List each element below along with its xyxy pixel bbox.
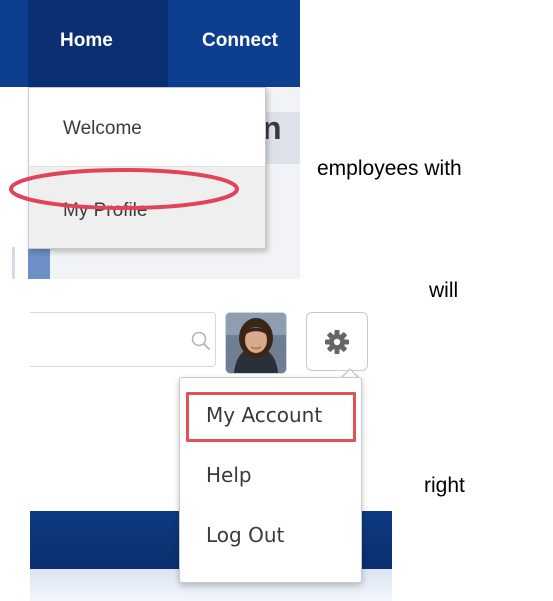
caption-text: right — [424, 474, 465, 497]
menu-item-welcome[interactable]: Welcome — [29, 88, 265, 166]
menu-item-log-out[interactable]: Log Out — [180, 506, 361, 564]
menu-item-my-account[interactable]: My Account — [180, 386, 361, 444]
menu-item-label: My Profile — [63, 200, 148, 221]
settings-button[interactable] — [306, 312, 368, 371]
search-input[interactable] — [30, 313, 180, 366]
top-navbar: Home Connect — [0, 0, 300, 87]
caption-text: will — [429, 279, 459, 302]
nav-item-home[interactable]: Home — [60, 30, 113, 52]
menu-item-label: My Account — [206, 403, 323, 427]
caption-text: employees with — [317, 157, 462, 180]
home-dropdown-menu: Welcome My Profile — [28, 87, 266, 249]
account-dropdown-menu: My Account Help Log Out — [179, 377, 362, 583]
gear-icon — [325, 330, 349, 354]
menu-item-label: Welcome — [63, 118, 142, 139]
user-avatar-icon — [226, 313, 286, 373]
account-menu-screenshot: My Account Help Log Out — [30, 295, 392, 601]
nav-dropdown-screenshot: Home Connect n Welcome My Profile — [0, 0, 300, 279]
menu-item-help[interactable]: Help — [180, 446, 361, 504]
avatar[interactable] — [225, 312, 287, 374]
left-margin — [0, 87, 28, 279]
search-box[interactable] — [30, 312, 216, 367]
search-icon[interactable] — [190, 330, 212, 352]
divider — [12, 247, 15, 279]
nav-item-connect[interactable]: Connect — [202, 30, 278, 52]
menu-item-my-profile[interactable]: My Profile — [29, 167, 265, 248]
menu-item-label: Log Out — [206, 523, 285, 547]
menu-item-label: Help — [206, 463, 252, 487]
